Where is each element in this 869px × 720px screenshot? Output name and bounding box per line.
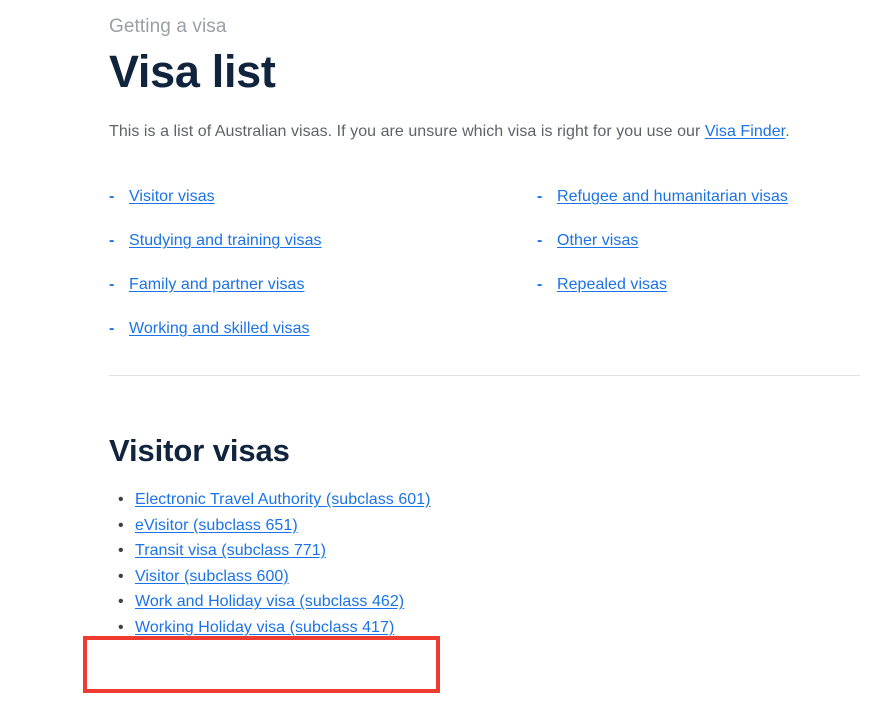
bullet-dot-icon: •	[118, 491, 124, 508]
category-item-other-visas[interactable]: - Other visas	[537, 230, 869, 251]
visa-link-subclass-601[interactable]: Electronic Travel Authority (subclass 60…	[135, 491, 431, 508]
category-item-repealed-visas[interactable]: - Repealed visas	[537, 274, 869, 295]
bullet-dot-icon: •	[118, 542, 124, 559]
bullet-dot-icon: •	[118, 593, 124, 610]
list-item[interactable]: • eVisitor (subclass 651)	[109, 513, 865, 539]
category-link-other-visas[interactable]: Other visas	[557, 232, 638, 249]
category-item-working-and-skilled-visas[interactable]: - Working and skilled visas	[109, 318, 529, 339]
visa-category-column-left: - Visitor visas - Studying and training …	[109, 186, 529, 362]
page-content: Getting a visa Visa list This is a list …	[0, 0, 869, 640]
dash-bullet-icon: -	[109, 276, 115, 293]
category-item-studying-and-training-visas[interactable]: - Studying and training visas	[109, 230, 529, 251]
category-link-visitor-visas[interactable]: Visitor visas	[129, 188, 215, 205]
category-item-visitor-visas[interactable]: - Visitor visas	[109, 186, 529, 207]
dash-bullet-icon: -	[109, 232, 115, 249]
visa-finder-link[interactable]: Visa Finder	[705, 123, 785, 140]
dash-bullet-icon: -	[537, 276, 543, 293]
breadcrumb-eyebrow: Getting a visa	[109, 16, 227, 37]
visa-link-subclass-462[interactable]: Work and Holiday visa (subclass 462)	[135, 593, 404, 610]
page-title: Visa list	[109, 46, 276, 97]
category-link-studying-and-training-visas[interactable]: Studying and training visas	[129, 232, 322, 249]
list-item[interactable]: • Electronic Travel Authority (subclass …	[109, 487, 865, 513]
dash-bullet-icon: -	[537, 188, 543, 205]
list-item[interactable]: • Working Holiday visa (subclass 417)	[109, 615, 865, 641]
category-item-family-and-partner-visas[interactable]: - Family and partner visas	[109, 274, 529, 295]
dash-bullet-icon: -	[537, 232, 543, 249]
page-root: Getting a visa Visa list This is a list …	[0, 0, 869, 720]
bullet-dot-icon: •	[118, 618, 124, 636]
list-item[interactable]: • Transit visa (subclass 771)	[109, 538, 865, 564]
category-link-refugee-and-humanitarian-visas[interactable]: Refugee and humanitarian visas	[557, 188, 788, 205]
visa-link-subclass-651[interactable]: eVisitor (subclass 651)	[135, 517, 298, 534]
visa-category-column-right: - Refugee and humanitarian visas - Other…	[537, 186, 869, 318]
dash-bullet-icon: -	[109, 188, 115, 205]
visitor-visa-list-wrapper: • Electronic Travel Authority (subclass …	[109, 487, 865, 640]
dash-bullet-icon: -	[109, 320, 115, 337]
visa-category-columns: - Visitor visas - Studying and training …	[109, 186, 865, 354]
section-title-visitor-visas: Visitor visas	[109, 433, 290, 468]
list-item[interactable]: • Work and Holiday visa (subclass 462)	[109, 589, 865, 615]
visitor-visa-list: • Electronic Travel Authority (subclass …	[109, 487, 865, 640]
red-highlight-annotation	[83, 636, 440, 693]
visa-link-subclass-771[interactable]: Transit visa (subclass 771)	[135, 542, 326, 559]
list-item[interactable]: • Visitor (subclass 600)	[109, 564, 865, 590]
visa-link-subclass-600[interactable]: Visitor (subclass 600)	[135, 568, 289, 585]
intro-text-before: This is a list of Australian visas. If y…	[109, 123, 705, 140]
section-divider	[109, 375, 860, 376]
category-link-repealed-visas[interactable]: Repealed visas	[557, 276, 667, 293]
bullet-dot-icon: •	[118, 516, 124, 534]
category-link-working-and-skilled-visas[interactable]: Working and skilled visas	[129, 320, 310, 337]
bullet-dot-icon: •	[118, 567, 124, 585]
visa-link-subclass-417[interactable]: Working Holiday visa (subclass 417)	[135, 619, 394, 636]
intro-text-after: .	[785, 123, 790, 140]
intro-paragraph: This is a list of Australian visas. If y…	[109, 120, 865, 144]
category-link-family-and-partner-visas[interactable]: Family and partner visas	[129, 276, 305, 293]
category-item-refugee-and-humanitarian-visas[interactable]: - Refugee and humanitarian visas	[537, 186, 869, 207]
